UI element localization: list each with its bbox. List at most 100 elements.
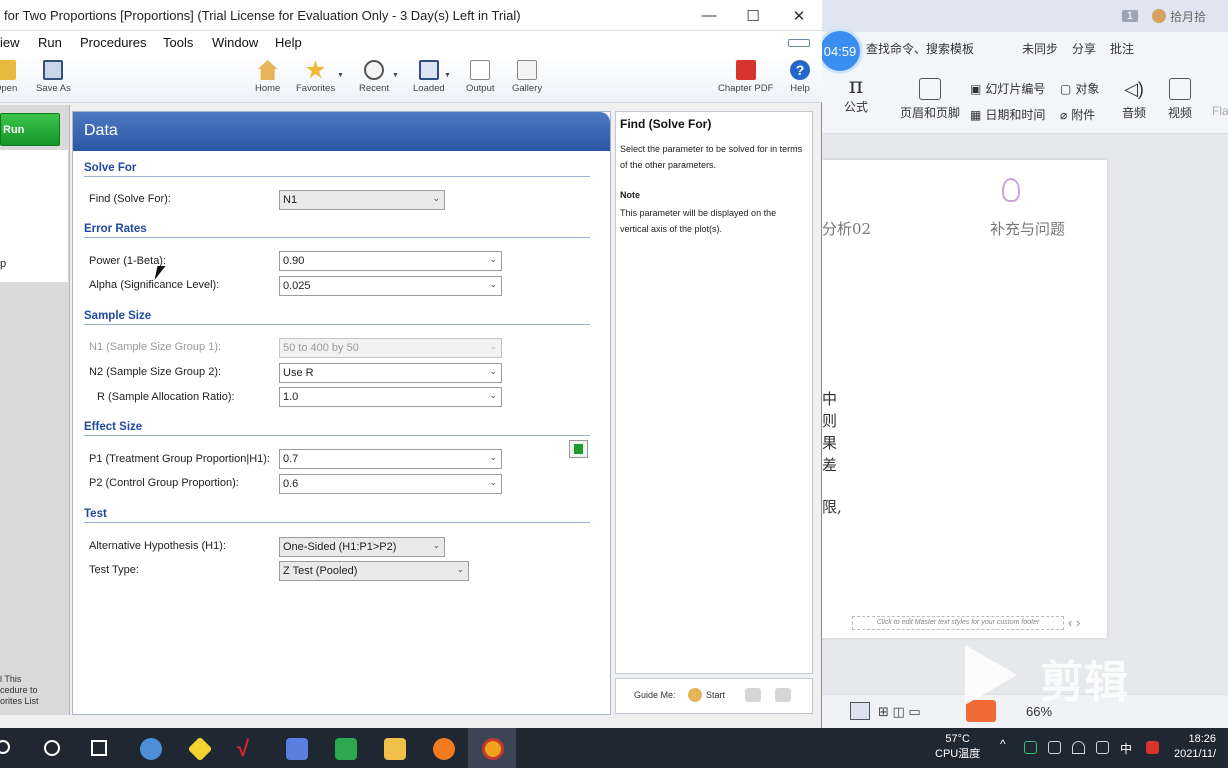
person-icon	[688, 688, 702, 702]
task-view-icon[interactable]	[91, 740, 107, 756]
wifi-icon[interactable]	[1072, 741, 1085, 754]
slide-nav-arrows[interactable]: ‹ ›	[1068, 615, 1080, 630]
favorites-button[interactable]: Favorites	[296, 60, 335, 94]
columns-icon	[574, 444, 583, 454]
flash-button[interactable]: Fla	[1212, 104, 1228, 118]
p2-combobox[interactable]: 0.6 ⌄	[279, 474, 502, 494]
clock[interactable]: 18:26 2021/11/	[1174, 732, 1216, 762]
n2-combobox[interactable]: Use R ⌄	[279, 363, 502, 383]
command-search[interactable]: 查找命令、搜索模板	[866, 40, 974, 57]
pi-icon: π	[848, 74, 864, 99]
n1-label: N1 (Sample Size Group 1):	[89, 341, 222, 353]
left-list-item[interactable]: p	[0, 258, 6, 270]
pass-app-icon[interactable]	[482, 738, 504, 760]
view-icons[interactable]: ⊞ ◫ ▭	[878, 704, 921, 720]
attachment-button[interactable]: ⌀ 附件	[1060, 106, 1095, 123]
window-count-badge[interactable]: 1	[1121, 10, 1138, 22]
share-button[interactable]: 分享	[1072, 40, 1096, 57]
countdown-timer[interactable]: 04:59	[817, 28, 863, 74]
alt-hypothesis-select[interactable]: One-Sided (H1:P1>P2) ⌄	[279, 537, 445, 557]
tray-expand-icon[interactable]: ^	[1000, 737, 1006, 751]
recent-button[interactable]: Recent	[359, 60, 389, 94]
chevron-down-icon: ⌄	[489, 254, 497, 264]
cortana-icon[interactable]	[44, 740, 60, 756]
save-as-button[interactable]: Save As	[36, 60, 71, 94]
menu-window[interactable]: Window	[212, 35, 258, 50]
r-combobox[interactable]: 1.0 ⌄	[279, 387, 502, 407]
guide-start-button[interactable]: Start	[688, 688, 725, 702]
network-device-icon[interactable]	[1048, 741, 1061, 754]
menu-run[interactable]: Run	[38, 35, 62, 50]
loaded-dropdown-icon[interactable]: ▼	[444, 72, 451, 79]
section-divider	[84, 435, 590, 436]
section-effect-size: Effect Size	[84, 421, 143, 433]
test-type-select[interactable]: Z Test (Pooled) ⌄	[279, 561, 469, 581]
data-tab-header[interactable]: Data	[73, 112, 610, 151]
watermark-text: 剪辑	[1040, 658, 1128, 707]
guide-back-icon[interactable]	[745, 688, 761, 702]
help-panel	[615, 111, 813, 674]
run-button[interactable]: Run	[0, 113, 60, 146]
p1-combobox[interactable]: 0.7 ⌄	[279, 449, 502, 469]
maximize-button[interactable]: ☐	[730, 0, 776, 31]
video-button[interactable]: 视频	[1168, 78, 1192, 121]
columns-tool-button[interactable]	[569, 440, 588, 458]
home-button[interactable]: Home	[255, 60, 280, 94]
slide[interactable]: 分析02 补充与问题 中则果差 限,	[822, 160, 1107, 638]
slide-body-chars: 中则果差	[822, 390, 838, 474]
volume-icon[interactable]	[1096, 741, 1109, 754]
firefox-icon[interactable]	[433, 738, 455, 760]
menu-tools[interactable]: Tools	[163, 35, 193, 50]
power-combobox[interactable]: 0.90 ⌄	[279, 251, 502, 271]
find-label: Find (Solve For):	[89, 193, 171, 205]
left-panel-list[interactable]	[0, 150, 68, 282]
cpu-temperature: 57°C CPU温度	[935, 733, 981, 760]
file-explorer-icon[interactable]	[384, 738, 406, 760]
add-favorites-note[interactable]: l This cedure to orites List	[0, 674, 39, 707]
calendar-icon: ▦	[970, 107, 982, 122]
datetime-button[interactable]: ▦ 日期和时间	[970, 106, 1045, 123]
header-footer-button[interactable]: 页眉和页脚	[900, 78, 960, 121]
guide-next-icon[interactable]	[775, 688, 791, 702]
menu-help[interactable]: Help	[275, 35, 302, 50]
output-button[interactable]: Output	[466, 60, 495, 94]
recent-dropdown-icon[interactable]: ▼	[392, 72, 399, 79]
section-divider	[84, 324, 590, 325]
sogou-icon[interactable]	[1146, 741, 1159, 754]
sync-button[interactable]: 未同步	[1022, 40, 1058, 57]
audio-button[interactable]: ◁) 音频	[1122, 78, 1146, 121]
chevron-down-icon: ⌄	[432, 540, 440, 550]
loaded-button[interactable]: Loaded	[413, 60, 445, 94]
open-button[interactable]: Open	[0, 60, 17, 94]
slide-number-button[interactable]: ▣ 幻灯片编号	[970, 80, 1045, 97]
security-icon[interactable]	[1024, 741, 1037, 754]
object-button[interactable]: ▢ 对象	[1060, 80, 1099, 97]
alpha-combobox[interactable]: 0.025 ⌄	[279, 276, 502, 296]
normal-view-icon[interactable]	[850, 702, 870, 720]
gallery-button[interactable]: Gallery	[512, 60, 542, 94]
restore-toolbar-button[interactable]	[788, 39, 810, 47]
window-title: for Two Proportions [Proportions] (Trial…	[4, 8, 521, 23]
pdf-app-icon[interactable]	[335, 738, 357, 760]
user-account[interactable]: 拾月拾	[1151, 8, 1206, 25]
ime-indicator[interactable]: 中	[1120, 740, 1132, 757]
red-app-icon[interactable]: √	[237, 738, 259, 760]
stats-app-icon[interactable]	[140, 738, 162, 760]
find-select[interactable]: N1 ⌄	[279, 190, 445, 210]
comment-button[interactable]: 批注	[1110, 40, 1134, 57]
menu-procedures[interactable]: Procedures	[80, 35, 146, 50]
close-button[interactable]: ✕	[776, 0, 822, 31]
p1-label: P1 (Treatment Group Proportion|H1):	[89, 453, 270, 465]
slide-footer-placeholder[interactable]: Click to edit Master text styles for you…	[852, 616, 1064, 630]
help-note-title: Note	[620, 190, 640, 200]
help-button[interactable]: ? Help	[790, 60, 810, 94]
favorites-dropdown-icon[interactable]: ▼	[337, 72, 344, 79]
menu-view[interactable]: iew	[0, 35, 20, 50]
section-divider	[84, 176, 590, 177]
formula-button[interactable]: π 公式	[844, 76, 868, 115]
minimize-button[interactable]: —	[686, 0, 732, 31]
chapter-pdf-button[interactable]: Chapter PDF	[718, 60, 773, 94]
header-footer-icon	[919, 78, 941, 100]
wps-icon[interactable]	[286, 738, 308, 760]
alt-hypothesis-label: Alternative Hypothesis (H1):	[89, 540, 226, 552]
